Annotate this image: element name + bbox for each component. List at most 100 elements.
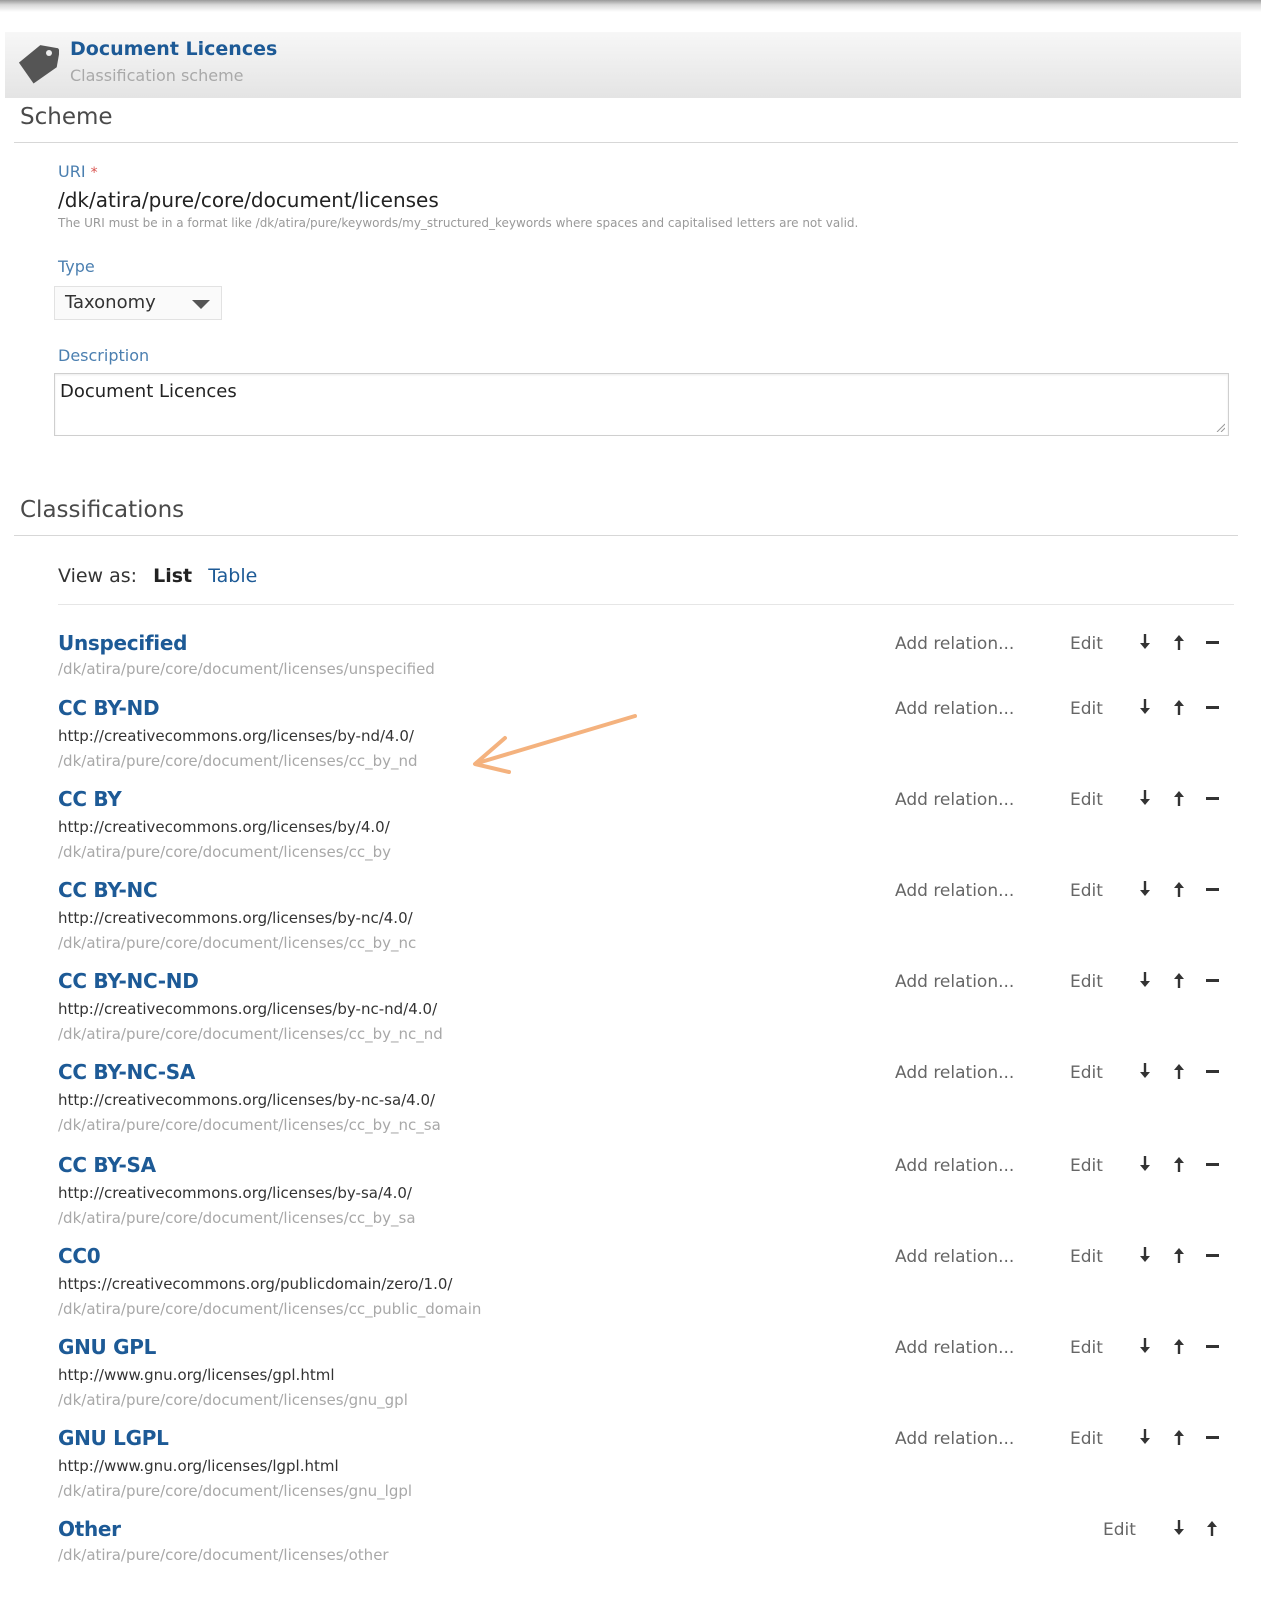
classification-title-link[interactable]: CC BY-NC [58,878,158,902]
page-title[interactable]: Document Licences [70,38,277,60]
classification-url: http://creativecommons.org/licenses/by-n… [58,727,414,745]
required-mark: * [90,165,98,181]
remove-icon[interactable] [1206,1345,1219,1348]
classification-title-link[interactable]: GNU GPL [58,1335,156,1359]
classification-url: http://www.gnu.org/licenses/gpl.html [58,1366,335,1384]
classification-url: http://creativecommons.org/licenses/by-n… [58,1091,436,1109]
add-relation-button[interactable]: Add relation... [895,1063,1014,1083]
divider [14,142,1238,143]
move-up-icon[interactable] [1171,880,1187,898]
classification-url: http://creativecommons.org/licenses/by-n… [58,909,413,927]
classification-title-link[interactable]: GNU LGPL [58,1426,169,1450]
edit-button[interactable]: Edit [1103,1520,1136,1540]
move-up-icon[interactable] [1204,1519,1220,1537]
move-up-icon[interactable] [1171,1246,1187,1264]
move-up-icon[interactable] [1171,698,1187,716]
remove-icon[interactable] [1206,888,1219,891]
move-down-icon[interactable] [1137,971,1153,989]
move-down-icon[interactable] [1137,1246,1153,1264]
move-down-icon[interactable] [1137,1062,1153,1080]
add-relation-button[interactable]: Add relation... [895,634,1014,654]
move-down-icon[interactable] [1137,1155,1153,1173]
add-relation-button[interactable]: Add relation... [895,1338,1014,1358]
edit-button[interactable]: Edit [1070,1247,1103,1267]
classification-path: /dk/atira/pure/core/document/licenses/cc… [58,1025,443,1043]
move-up-icon[interactable] [1171,1155,1187,1173]
classification-item: CC0 https://creativecommons.org/publicdom… [0,1244,1261,1324]
add-relation-button[interactable]: Add relation... [895,1429,1014,1449]
remove-icon[interactable] [1206,1436,1219,1439]
move-up-icon[interactable] [1171,1428,1187,1446]
classification-item: GNU LGPL http://www.gnu.org/licenses/lgpl… [0,1426,1261,1506]
classification-item: Other/dk/atira/pure/core/document/licens… [0,1517,1261,1597]
classification-item: GNU GPL http://www.gnu.org/licenses/gpl.h… [0,1335,1261,1415]
classification-item: CC BY-NC-ND http://creativecommons.org/li… [0,969,1261,1049]
resize-handle-icon[interactable] [1215,422,1225,432]
classification-item: CC BY-NC-SA http://creativecommons.org/li… [0,1060,1261,1140]
classification-title-link[interactable]: CC BY-ND [58,696,160,720]
edit-button[interactable]: Edit [1070,790,1103,810]
move-up-icon[interactable] [1171,971,1187,989]
move-down-icon[interactable] [1171,1519,1187,1537]
classification-url: https://creativecommons.org/publicdomain… [58,1275,453,1293]
classification-title-link[interactable]: Unspecified [58,631,187,655]
view-list-option[interactable]: List [153,565,192,587]
classification-title-link[interactable]: CC BY-NC-SA [58,1060,195,1084]
description-textarea[interactable]: Document Licences [54,373,1229,436]
add-relation-button[interactable]: Add relation... [895,1247,1014,1267]
classification-title-link[interactable]: CC0 [58,1244,101,1268]
view-table-link[interactable]: Table [208,565,257,587]
edit-button[interactable]: Edit [1070,1156,1103,1176]
remove-icon[interactable] [1206,1254,1219,1257]
move-down-icon[interactable] [1137,1337,1153,1355]
remove-icon[interactable] [1206,797,1219,800]
remove-icon[interactable] [1206,1070,1219,1073]
move-down-icon[interactable] [1137,789,1153,807]
uri-field[interactable]: /dk/atira/pure/core/document/licenses [58,188,439,212]
classification-url: http://www.gnu.org/licenses/lgpl.html [58,1457,339,1475]
edit-button[interactable]: Edit [1070,699,1103,719]
classification-title-link[interactable]: CC BY-NC-ND [58,969,199,993]
classifications-heading: Classifications [20,497,185,523]
classification-path: /dk/atira/pure/core/document/licenses/ot… [58,1546,389,1564]
classification-title-link[interactable]: CC BY-SA [58,1153,156,1177]
move-up-icon[interactable] [1171,1337,1187,1355]
classification-path: /dk/atira/pure/core/document/licenses/cc… [58,1116,441,1134]
page-subtitle: Classification scheme [70,66,244,85]
move-up-icon[interactable] [1171,1062,1187,1080]
uri-label: URI * [58,162,98,181]
remove-icon[interactable] [1206,641,1219,644]
classification-path: /dk/atira/pure/core/document/licenses/gn… [58,1391,408,1409]
edit-button[interactable]: Edit [1070,1063,1103,1083]
move-down-icon[interactable] [1137,880,1153,898]
edit-button[interactable]: Edit [1070,972,1103,992]
add-relation-button[interactable]: Add relation... [895,881,1014,901]
add-relation-button[interactable]: Add relation... [895,790,1014,810]
classification-path: /dk/atira/pure/core/document/licenses/cc… [58,1209,416,1227]
top-shadow [0,0,1261,12]
edit-button[interactable]: Edit [1070,634,1103,654]
add-relation-button[interactable]: Add relation... [895,1156,1014,1176]
classification-title-link[interactable]: CC BY [58,787,122,811]
remove-icon[interactable] [1206,1163,1219,1166]
move-down-icon[interactable] [1137,1428,1153,1446]
remove-icon[interactable] [1206,979,1219,982]
uri-label-text: URI [58,162,86,181]
remove-icon[interactable] [1206,706,1219,709]
move-down-icon[interactable] [1137,633,1153,651]
edit-button[interactable]: Edit [1070,1338,1103,1358]
scheme-heading: Scheme [20,104,113,130]
type-select[interactable]: Taxonomy [54,286,222,320]
add-relation-button[interactable]: Add relation... [895,972,1014,992]
type-label: Type [58,257,95,276]
move-up-icon[interactable] [1171,789,1187,807]
edit-button[interactable]: Edit [1070,1429,1103,1449]
add-relation-button[interactable]: Add relation... [895,699,1014,719]
edit-button[interactable]: Edit [1070,881,1103,901]
classification-item: CC BY http://creativecommons.org/licenses… [0,787,1261,867]
classification-url: http://creativecommons.org/licenses/by-n… [58,1000,438,1018]
classification-title-link[interactable]: Other [58,1517,121,1541]
description-value: Document Licences [60,381,237,402]
move-up-icon[interactable] [1171,633,1187,651]
move-down-icon[interactable] [1137,698,1153,716]
